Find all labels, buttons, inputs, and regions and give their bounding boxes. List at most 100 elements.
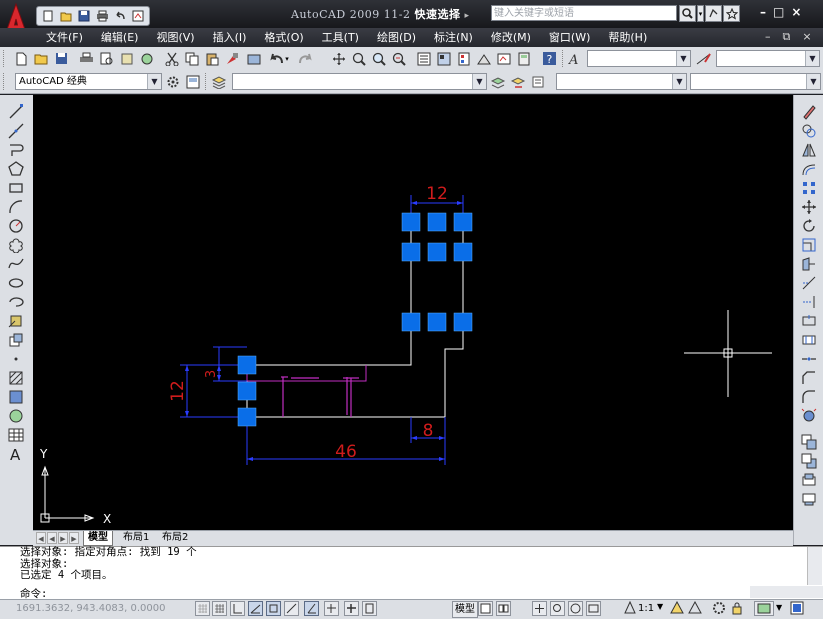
quick-properties-toggle[interactable]	[362, 601, 377, 616]
infocenter-search-input[interactable]: 键入关键字或短语	[491, 5, 677, 21]
block-editor-icon[interactable]	[245, 50, 262, 67]
grip[interactable]	[453, 312, 473, 332]
minimize-drawing-button[interactable]: –	[765, 30, 771, 44]
lineweight-toggle[interactable]	[344, 601, 359, 616]
help-icon[interactable]: ?	[541, 50, 558, 67]
last-tab-icon[interactable]: ▶	[69, 532, 79, 544]
lock-icon[interactable]	[730, 601, 744, 618]
object-snap-tracking-toggle[interactable]	[284, 601, 299, 616]
tool-palettes-icon[interactable]	[455, 50, 472, 67]
dynamic-ucs-toggle[interactable]	[304, 601, 319, 616]
command-hscrollbar[interactable]	[750, 586, 823, 598]
toolbar-grip[interactable]	[562, 50, 566, 67]
make-block-icon[interactable]	[7, 331, 25, 348]
object-snap-toggle[interactable]	[266, 601, 281, 616]
minimize-window-button[interactable]: –	[760, 5, 766, 19]
tab-model[interactable]: 模型	[83, 531, 113, 546]
extend-icon[interactable]	[800, 293, 818, 310]
region-icon[interactable]	[7, 407, 25, 424]
zoom-icon[interactable]	[550, 601, 565, 616]
explode-icon[interactable]	[800, 407, 818, 424]
dim-style-icon[interactable]	[695, 50, 712, 67]
command-scrollbar[interactable]	[807, 547, 822, 585]
draw-order-front-icon[interactable]	[800, 433, 818, 450]
menu-format[interactable]: 格式(O)	[264, 29, 303, 45]
new-icon[interactable]	[13, 50, 30, 67]
grip[interactable]	[401, 312, 421, 332]
scale-icon[interactable]	[800, 236, 818, 253]
menu-dimension[interactable]: 标注(N)	[434, 29, 473, 45]
status-menu-icon[interactable]: ▼	[776, 603, 782, 612]
menu-file[interactable]: 文件(F)	[46, 29, 83, 45]
layout-view-icon[interactable]	[478, 601, 493, 616]
publish-icon[interactable]	[118, 50, 135, 67]
steering-wheel-icon[interactable]	[568, 601, 583, 616]
zoom-realtime-icon[interactable]	[350, 50, 367, 67]
grip[interactable]	[237, 381, 257, 401]
dropdown-arrow-icon[interactable]: ▾	[697, 5, 704, 22]
text-style-select[interactable]: ▼	[587, 50, 691, 67]
prev-tab-icon[interactable]: ◀	[47, 532, 57, 544]
3d-dwf-icon[interactable]	[138, 50, 155, 67]
menu-tools[interactable]: 工具(T)	[322, 29, 359, 45]
undo-icon[interactable]	[112, 9, 128, 23]
grip[interactable]	[401, 212, 421, 232]
favorites-star-icon[interactable]	[723, 5, 740, 22]
grip[interactable]	[237, 355, 257, 375]
layer-properties-icon[interactable]	[211, 73, 228, 90]
menu-help[interactable]: 帮助(H)	[608, 29, 647, 45]
workspace-switching-icon[interactable]	[712, 601, 726, 618]
dynamic-input-toggle[interactable]	[324, 601, 339, 616]
rotate-icon[interactable]	[800, 217, 818, 234]
redo-icon[interactable]	[296, 50, 313, 67]
grip[interactable]	[427, 242, 447, 262]
copy-icon[interactable]	[183, 50, 200, 67]
grip[interactable]	[453, 212, 473, 232]
polyline-icon[interactable]	[7, 141, 25, 158]
cut-icon[interactable]	[163, 50, 180, 67]
bring-above-icon[interactable]	[800, 471, 818, 488]
table-icon[interactable]	[7, 426, 25, 443]
maximize-window-button[interactable]: □	[773, 5, 784, 19]
quickcalc-icon[interactable]	[515, 50, 532, 67]
coordinate-display[interactable]: 1691.3632, 943.4083, 0.0000	[16, 603, 166, 614]
join-icon[interactable]	[800, 350, 818, 367]
zoom-window-icon[interactable]	[370, 50, 387, 67]
first-tab-icon[interactable]: ◀	[36, 532, 46, 544]
grip[interactable]	[427, 312, 447, 332]
toolbar-grip[interactable]	[3, 50, 7, 67]
tab-layout2[interactable]: 布局2	[158, 531, 192, 545]
design-center-icon[interactable]	[435, 50, 452, 67]
gradient-icon[interactable]	[7, 388, 25, 405]
layer-select[interactable]: ▼	[232, 73, 487, 90]
quick-view-drawings-icon[interactable]	[496, 601, 511, 616]
snap-mode-toggle[interactable]	[195, 601, 210, 616]
linetype-select[interactable]: ▼	[690, 73, 821, 90]
array-icon[interactable]	[800, 179, 818, 196]
menu-window[interactable]: 窗口(W)	[549, 29, 590, 45]
trim-icon[interactable]	[800, 274, 818, 291]
workspace-select[interactable]: AutoCAD 经典 ▼	[15, 73, 162, 90]
break-at-point-icon[interactable]	[800, 312, 818, 329]
rectangle-icon[interactable]	[7, 179, 25, 196]
arc-icon[interactable]	[7, 198, 25, 215]
my-workspace-icon[interactable]	[184, 73, 201, 90]
grip[interactable]	[427, 212, 447, 232]
hatch-icon[interactable]	[7, 369, 25, 386]
showmotion-icon[interactable]	[586, 601, 601, 616]
send-under-icon[interactable]	[800, 490, 818, 507]
layer-states-icon[interactable]	[530, 73, 547, 90]
ellipse-icon[interactable]	[7, 274, 25, 291]
menu-view[interactable]: 视图(V)	[156, 29, 194, 45]
model-space-button[interactable]: 模型	[452, 601, 478, 618]
polar-tracking-toggle[interactable]	[248, 601, 263, 616]
tab-layout1[interactable]: 布局1	[119, 531, 153, 545]
grip[interactable]	[401, 242, 421, 262]
pan-realtime-icon[interactable]	[330, 50, 347, 67]
open-icon[interactable]	[33, 50, 50, 67]
make-layer-current-icon[interactable]	[490, 73, 507, 90]
line-icon[interactable]	[7, 103, 25, 120]
revision-cloud-icon[interactable]	[7, 236, 25, 253]
stretch-icon[interactable]	[800, 255, 818, 272]
insert-block-icon[interactable]	[7, 312, 25, 329]
